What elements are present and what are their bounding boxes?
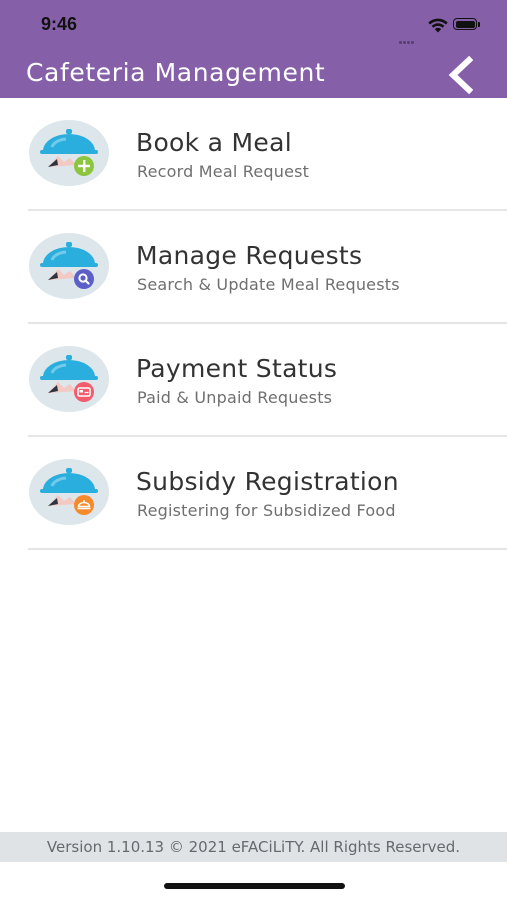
menu-list: Book a Meal Record Meal Request Manage R… — [0, 98, 507, 550]
cloche-search-icon — [29, 233, 109, 299]
cloche-subsidy-icon — [29, 459, 109, 525]
app-header: 9:46 Cafeteria Management — [0, 0, 507, 98]
footer: Version 1.10.13 © 2021 eFACiLiTY. All Ri… — [0, 832, 507, 862]
cloche-payment-icon — [29, 346, 109, 412]
menu-item-subtitle: Search & Update Meal Requests — [137, 275, 400, 294]
menu-item-payment-status[interactable]: Payment Status Paid & Unpaid Requests — [0, 324, 507, 437]
menu-item-subtitle: Paid & Unpaid Requests — [137, 388, 333, 407]
home-indicator[interactable] — [164, 883, 345, 889]
menu-item-manage-requests[interactable]: Manage Requests Search & Update Meal Req… — [0, 211, 507, 324]
footer-copyright: Version 1.10.13 © 2021 eFACiLiTY. All Ri… — [46, 838, 461, 856]
page-title: Cafeteria Management — [26, 58, 326, 87]
chevron-left-icon — [448, 55, 474, 95]
cloche-add-icon — [29, 120, 109, 186]
menu-item-title: Subsidy Registration — [136, 467, 399, 496]
menu-item-title: Payment Status — [136, 354, 338, 383]
cellular-signal-icon — [399, 29, 421, 44]
menu-item-book-a-meal[interactable]: Book a Meal Record Meal Request — [0, 98, 507, 211]
wifi-icon — [428, 18, 448, 33]
back-button[interactable] — [443, 55, 483, 96]
menu-item-subtitle: Record Meal Request — [137, 162, 310, 181]
status-bar: 9:46 — [0, 0, 507, 50]
menu-item-title: Book a Meal — [136, 128, 292, 157]
menu-item-subsidy-registration[interactable]: Subsidy Registration Registering for Sub… — [0, 437, 507, 550]
menu-item-subtitle: Registering for Subsidized Food — [137, 501, 396, 520]
battery-icon — [453, 18, 481, 31]
divider — [28, 548, 507, 550]
status-time: 9:46 — [41, 14, 78, 34]
menu-item-title: Manage Requests — [136, 241, 363, 270]
